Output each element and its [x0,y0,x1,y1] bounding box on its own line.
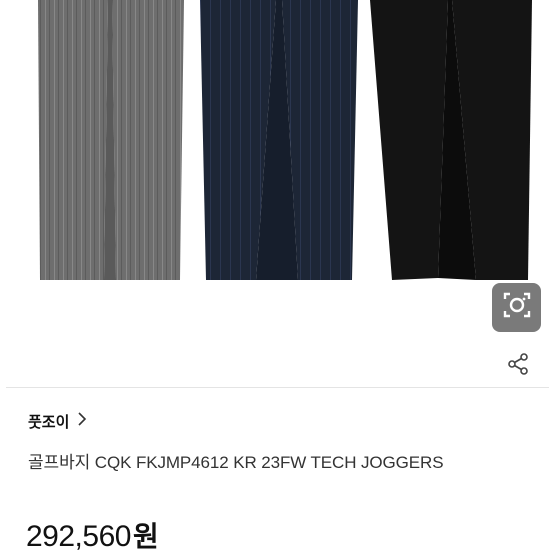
product-image[interactable] [0,0,553,290]
product-title: 골프바지 CQK FKJMP4612 KR 23FW TECH JOGGERS [28,453,444,472]
brand-name: 풋조이 [28,413,70,431]
pants-gray [38,0,184,280]
share-icon [506,352,530,381]
price: 292,560 원 [26,515,159,555]
brand-link[interactable]: 풋조이 [28,410,87,432]
price-unit: 원 [132,521,159,552]
image-search-icon [502,290,532,325]
pants-navy [200,0,358,280]
share-button[interactable] [504,352,532,380]
pants-black [370,0,532,280]
divider [6,387,549,388]
chevron-right-icon [77,411,87,431]
image-search-button[interactable] [492,283,541,332]
pants-photo [38,0,532,280]
price-value: 292,560 [26,520,131,553]
